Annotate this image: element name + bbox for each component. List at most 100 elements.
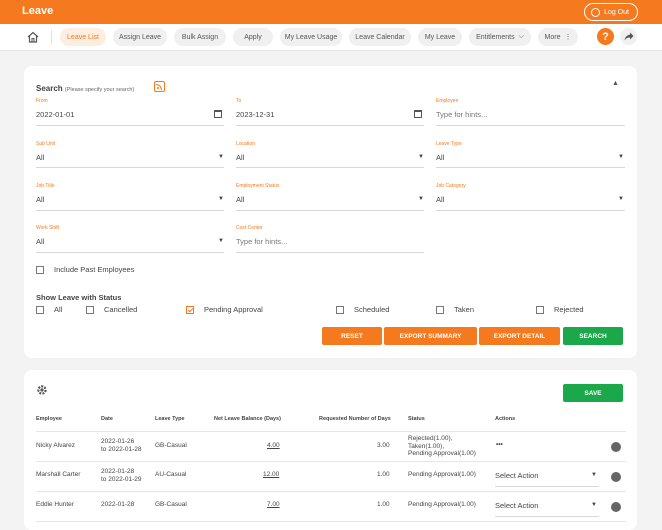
employee-cell: Nicky Alvarez xyxy=(36,442,76,449)
tab-my-leave[interactable]: My Leave xyxy=(418,28,462,46)
date-end: to 2022-01-28 xyxy=(101,445,142,453)
dropdown-arrow-icon[interactable]: ▼ xyxy=(218,238,224,244)
status-pending-approval-label: Pending Approval xyxy=(204,305,263,314)
help-button[interactable]: ? xyxy=(597,28,614,45)
date-start: 2022-01-28 xyxy=(101,468,135,475)
app-title: Leave xyxy=(22,5,54,17)
job-title-select[interactable]: All xyxy=(36,195,44,204)
leave-type-cell: AU-Casual xyxy=(155,471,187,478)
column-header-net-balance: Net Leave Balance (Days) xyxy=(214,416,281,422)
leave-search-panel: Search (Please specify your search) ▲ Fr… xyxy=(24,66,637,358)
to-date-input[interactable]: 2023-12-31 xyxy=(236,110,274,119)
job-title-label: Job Title xyxy=(36,183,55,189)
gear-icon[interactable] xyxy=(36,384,48,396)
collapse-icon[interactable]: ▲ xyxy=(612,80,619,87)
tab-more[interactable]: More ⋮ xyxy=(538,28,578,46)
sub-unit-select[interactable]: All xyxy=(36,153,44,162)
search-heading: Search xyxy=(36,84,63,93)
balance-link[interactable]: 4.00 xyxy=(267,442,280,450)
date-start: 2022-01-26 xyxy=(101,438,135,445)
dropdown-arrow-icon[interactable]: ▼ xyxy=(591,502,597,508)
status-section-title: Show Leave with Status xyxy=(36,293,122,302)
tab-label: Assign Leave xyxy=(118,33,162,41)
date-cell: 2022-01-28 xyxy=(101,501,135,508)
dropdown-arrow-icon[interactable]: ▼ xyxy=(618,154,624,160)
calendar-icon[interactable] xyxy=(414,110,422,118)
employee-input[interactable]: Type for hints... xyxy=(436,110,487,119)
save-button[interactable]: SAVE xyxy=(563,384,623,402)
share-button[interactable] xyxy=(620,28,637,45)
sub-unit-label: Sub Unit xyxy=(36,141,56,147)
leave-type-select[interactable]: All xyxy=(436,153,444,162)
comment-icon[interactable] xyxy=(611,502,621,512)
export-detail-button[interactable]: EXPORT DETAIL xyxy=(479,327,560,345)
status-pending-approval-checkbox[interactable] xyxy=(186,306,194,314)
tab-bulk-assign[interactable]: Bulk Assign xyxy=(174,28,226,46)
input-underline xyxy=(495,516,599,517)
date-cell: 2022-01-26 to 2022-01-28 xyxy=(101,438,141,453)
logout-icon xyxy=(591,7,601,17)
input-underline xyxy=(236,252,424,253)
column-header-date: Date xyxy=(101,416,113,422)
dropdown-arrow-icon[interactable]: ▼ xyxy=(418,154,424,160)
calendar-icon[interactable] xyxy=(214,110,222,118)
dropdown-arrow-icon[interactable]: ▼ xyxy=(218,154,224,160)
column-header-actions: Actions xyxy=(495,416,516,422)
share-icon xyxy=(624,32,633,41)
home-icon[interactable] xyxy=(26,30,40,44)
status-scheduled-checkbox[interactable] xyxy=(336,306,344,314)
input-underline xyxy=(436,210,625,211)
status-cancelled-checkbox[interactable] xyxy=(86,306,94,314)
balance-link[interactable]: 12.00 xyxy=(263,471,279,479)
tab-label: Bulk Assign xyxy=(181,33,219,41)
work-shift-select[interactable]: All xyxy=(36,237,44,246)
job-category-select[interactable]: All xyxy=(436,195,444,204)
requested-days-cell: 3.00 xyxy=(377,442,390,449)
reset-button[interactable]: RESET xyxy=(322,327,382,345)
comment-icon[interactable] xyxy=(611,442,621,452)
chevron-down-icon: ⌵ xyxy=(518,33,524,40)
from-date-input[interactable]: 2022-01-01 xyxy=(36,110,74,119)
tab-label: Leave Calendar xyxy=(355,33,405,41)
tab-my-leave-usage[interactable]: My Leave Usage xyxy=(280,28,342,46)
tab-leave-list[interactable]: Leave List xyxy=(60,28,106,46)
logout-button[interactable]: Log Out xyxy=(584,3,638,21)
status-rejected-checkbox[interactable] xyxy=(536,306,544,314)
location-select[interactable]: All xyxy=(236,153,244,162)
table-row: Eddie Hunter 2022-01-28 GB-Casual 7.00 1… xyxy=(24,492,637,520)
rss-icon[interactable] xyxy=(154,81,165,92)
tab-label: Apply xyxy=(244,33,262,41)
dropdown-arrow-icon[interactable]: ▼ xyxy=(591,472,597,478)
tab-assign-leave[interactable]: Assign Leave xyxy=(113,28,167,46)
employment-status-select[interactable]: All xyxy=(236,195,244,204)
balance-link[interactable]: 7.00 xyxy=(267,501,280,509)
include-past-employees-checkbox[interactable] xyxy=(36,266,44,274)
more-vertical-icon: ⋮ xyxy=(564,34,572,41)
input-underline xyxy=(36,252,224,253)
input-underline xyxy=(495,486,599,487)
select-action-dropdown[interactable]: Select Action xyxy=(495,471,538,480)
status-all-checkbox[interactable] xyxy=(36,306,44,314)
logout-label: Log Out xyxy=(604,8,629,16)
tab-apply[interactable]: Apply xyxy=(233,28,273,46)
help-icon: ? xyxy=(602,30,609,43)
status-cell: Pending Approval(1.00) xyxy=(408,501,476,508)
cost-center-input[interactable]: Type for hints... xyxy=(236,237,287,246)
more-actions-button[interactable]: ••• xyxy=(496,441,503,449)
status-taken-checkbox[interactable] xyxy=(436,306,444,314)
tab-leave-calendar[interactable]: Leave Calendar xyxy=(349,28,411,46)
tab-entitlements[interactable]: Entitlements ⌵ xyxy=(469,28,531,46)
dropdown-arrow-icon[interactable]: ▼ xyxy=(618,196,624,202)
select-action-dropdown[interactable]: Select Action xyxy=(495,501,538,510)
tab-label: Entitlements xyxy=(476,33,515,41)
location-label: Location xyxy=(236,141,255,147)
date-end: to 2022-01-29 xyxy=(101,475,142,483)
dropdown-arrow-icon[interactable]: ▼ xyxy=(218,196,224,202)
search-button[interactable]: SEARCH xyxy=(563,327,623,345)
comment-icon[interactable] xyxy=(611,472,621,482)
export-summary-button[interactable]: EXPORT SUMMARY xyxy=(384,327,477,345)
dropdown-arrow-icon[interactable]: ▼ xyxy=(418,196,424,202)
leave-results-panel: SAVE Employee Date Leave Type Net Leave … xyxy=(24,370,637,530)
input-underline xyxy=(436,125,625,126)
job-category-label: Job Category xyxy=(436,183,466,189)
